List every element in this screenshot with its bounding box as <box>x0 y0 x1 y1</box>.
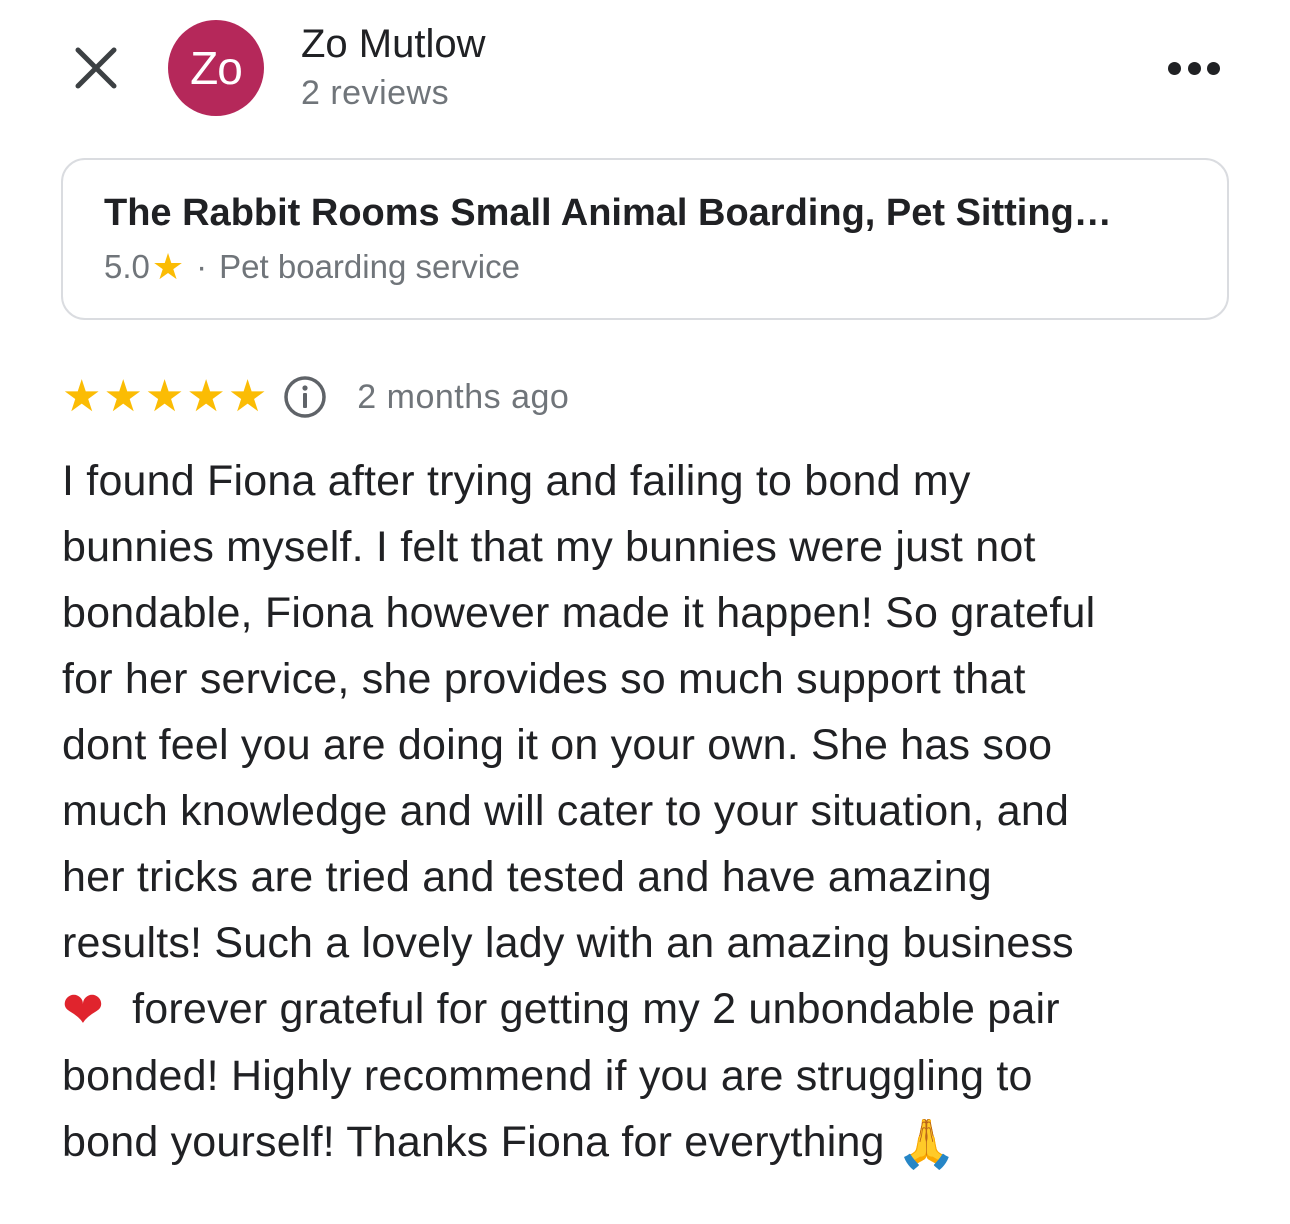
star-icon: ★ <box>144 372 185 421</box>
reviewer-review-count: 2 reviews <box>301 74 450 112</box>
review-line: bond yourself! Thanks Fiona for everythi… <box>62 1109 1232 1177</box>
more-horiz-icon <box>1168 61 1181 75</box>
review-line: ❤ forever grateful for getting my 2 unbon… <box>62 976 1232 1043</box>
review-line-text: forever grateful for getting my 2 unbond… <box>132 985 1060 1033</box>
review-stars: ★ ★ ★ ★ ★ <box>62 375 267 419</box>
info-icon[interactable] <box>283 375 327 419</box>
heart-emoji-icon: ❤ <box>62 981 105 1039</box>
review-date: 2 months ago <box>357 377 570 416</box>
reviewer-name[interactable]: Zo Mutlow <box>301 22 486 67</box>
avatar[interactable]: Zo <box>168 20 264 116</box>
review-line: much knowledge and will cater to your si… <box>62 787 1070 835</box>
review-line-text: bond yourself! Thanks Fiona for everythi… <box>62 1118 885 1166</box>
review-line: bondable, Fiona however made it happen! … <box>62 589 1096 637</box>
more-options-button[interactable] <box>1166 56 1222 80</box>
place-rating: 5.0 <box>104 248 150 285</box>
place-meta: 5.0 ★ · Pet boarding service <box>104 248 520 286</box>
close-icon <box>75 47 117 89</box>
star-icon: ★ <box>62 372 102 421</box>
pray-emoji-icon: 🙏 <box>896 1116 957 1172</box>
review-line: I found Fiona after trying and failing t… <box>62 457 971 505</box>
review-line: her tricks are tried and tested and have… <box>62 853 992 901</box>
star-icon: ★ <box>186 372 226 421</box>
star-icon: ★ <box>151 246 185 287</box>
review-line: bonded! Highly recommend if you are stru… <box>62 1052 1033 1100</box>
review-rating-row: ★ ★ ★ ★ ★ 2 months ago <box>62 374 569 420</box>
place-name: The Rabbit Rooms Small Animal Boarding, … <box>104 192 1112 234</box>
star-icon: ★ <box>103 372 143 421</box>
review-line: for her service, she provides so much su… <box>62 655 1026 703</box>
close-button[interactable] <box>72 44 120 92</box>
place-category: Pet boarding service <box>219 248 520 285</box>
avatar-initials: Zo <box>190 42 243 94</box>
meta-separator: · <box>196 248 208 285</box>
review-line: bunnies myself. I felt that my bunnies w… <box>62 523 1036 571</box>
star-icon: ★ <box>227 372 268 421</box>
review-text: I found Fiona after trying and failing t… <box>62 448 1232 1177</box>
review-line: dont feel you are doing it on your own. … <box>62 721 1053 769</box>
review-line: results! Such a lovely lady with an amaz… <box>62 919 1074 967</box>
place-card[interactable]: The Rabbit Rooms Small Animal Boarding, … <box>61 158 1229 320</box>
